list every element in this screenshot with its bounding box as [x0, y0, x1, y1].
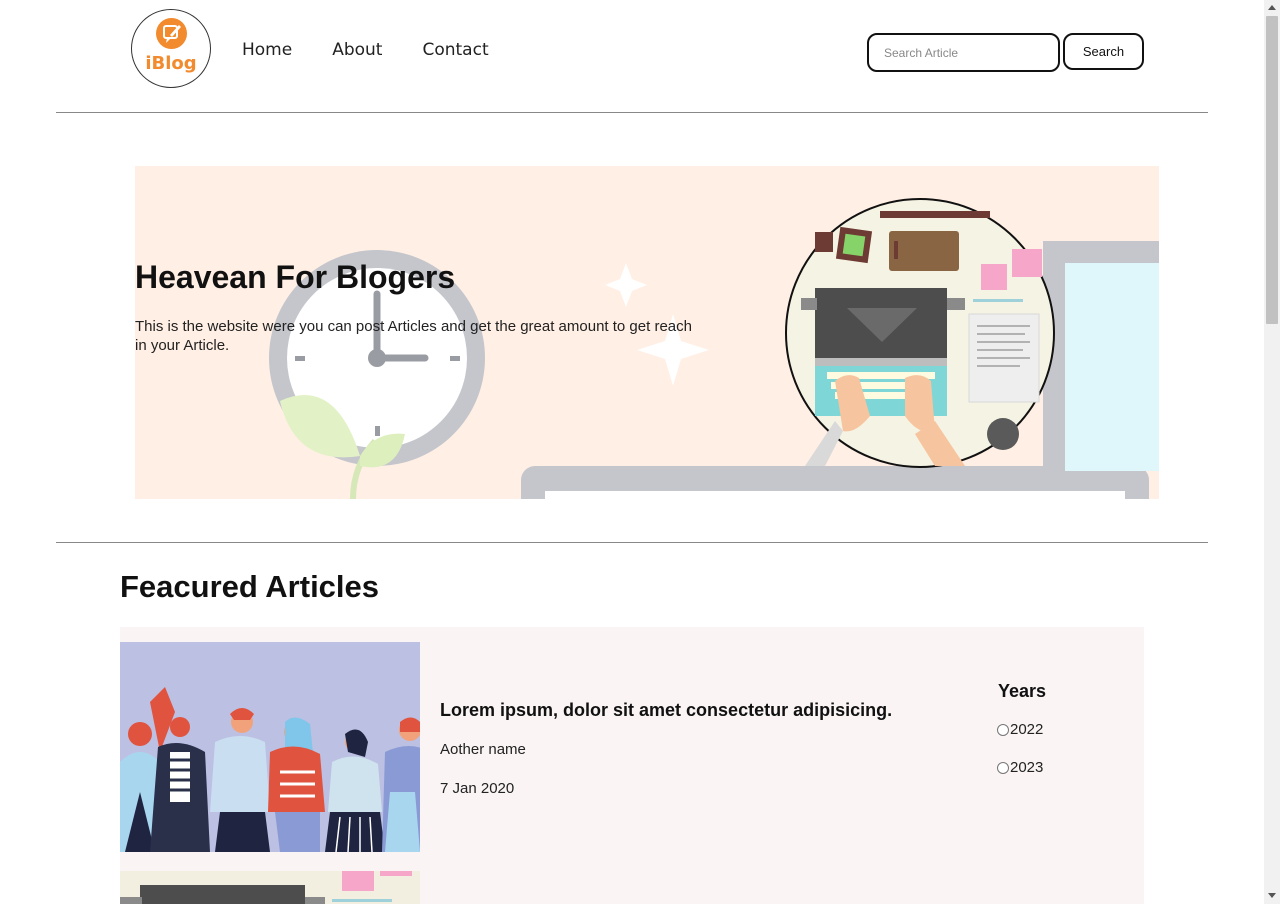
- logo-text: iBlog: [145, 53, 197, 74]
- featured-panel: Lorem ipsum, dolor sit amet consectetur …: [120, 627, 1144, 904]
- page-scrollbar[interactable]: [1264, 0, 1280, 904]
- scroll-thumb[interactable]: [1266, 16, 1278, 324]
- featured-heading: Feacured Articles: [120, 569, 380, 604]
- site-header: iBlog Home About Contact Search: [0, 0, 1264, 113]
- iblog-logo[interactable]: iBlog: [131, 9, 211, 88]
- nav-about[interactable]: About: [332, 40, 382, 60]
- year-option-2023[interactable]: 2023: [997, 759, 1043, 776]
- hero-description: This is the website were you can post Ar…: [135, 318, 692, 354]
- article-author: Aother name: [440, 741, 526, 758]
- article-title[interactable]: Lorem ipsum, dolor sit amet consectetur …: [440, 700, 892, 721]
- article-image-2[interactable]: [120, 871, 420, 904]
- year-label-2022: 2022: [1010, 721, 1044, 738]
- search-input[interactable]: [867, 33, 1060, 72]
- header-divider: [56, 112, 1208, 113]
- scroll-up-arrow-icon[interactable]: [1268, 5, 1276, 10]
- article-image[interactable]: [120, 642, 420, 852]
- main-nav: Home About Contact: [242, 40, 489, 60]
- year-label-2023: 2023: [1010, 759, 1044, 776]
- section-divider: [56, 542, 1208, 543]
- edit-bubble-icon: [156, 18, 187, 49]
- hero-title: Heavean For Blogers: [135, 259, 456, 295]
- search-button[interactable]: Search: [1063, 33, 1144, 70]
- nav-home[interactable]: Home: [242, 40, 292, 60]
- year-radio-2023[interactable]: [997, 761, 1009, 774]
- years-filter-title: Years: [998, 681, 1047, 701]
- article-date: 7 Jan 2020: [440, 780, 515, 797]
- scroll-down-arrow-icon[interactable]: [1268, 893, 1276, 898]
- nav-contact[interactable]: Contact: [422, 40, 488, 60]
- year-option-2022[interactable]: 2022: [997, 721, 1043, 738]
- hero-banner: Heavean For Blogers This is the website …: [135, 166, 1159, 499]
- year-radio-2022[interactable]: [997, 723, 1009, 736]
